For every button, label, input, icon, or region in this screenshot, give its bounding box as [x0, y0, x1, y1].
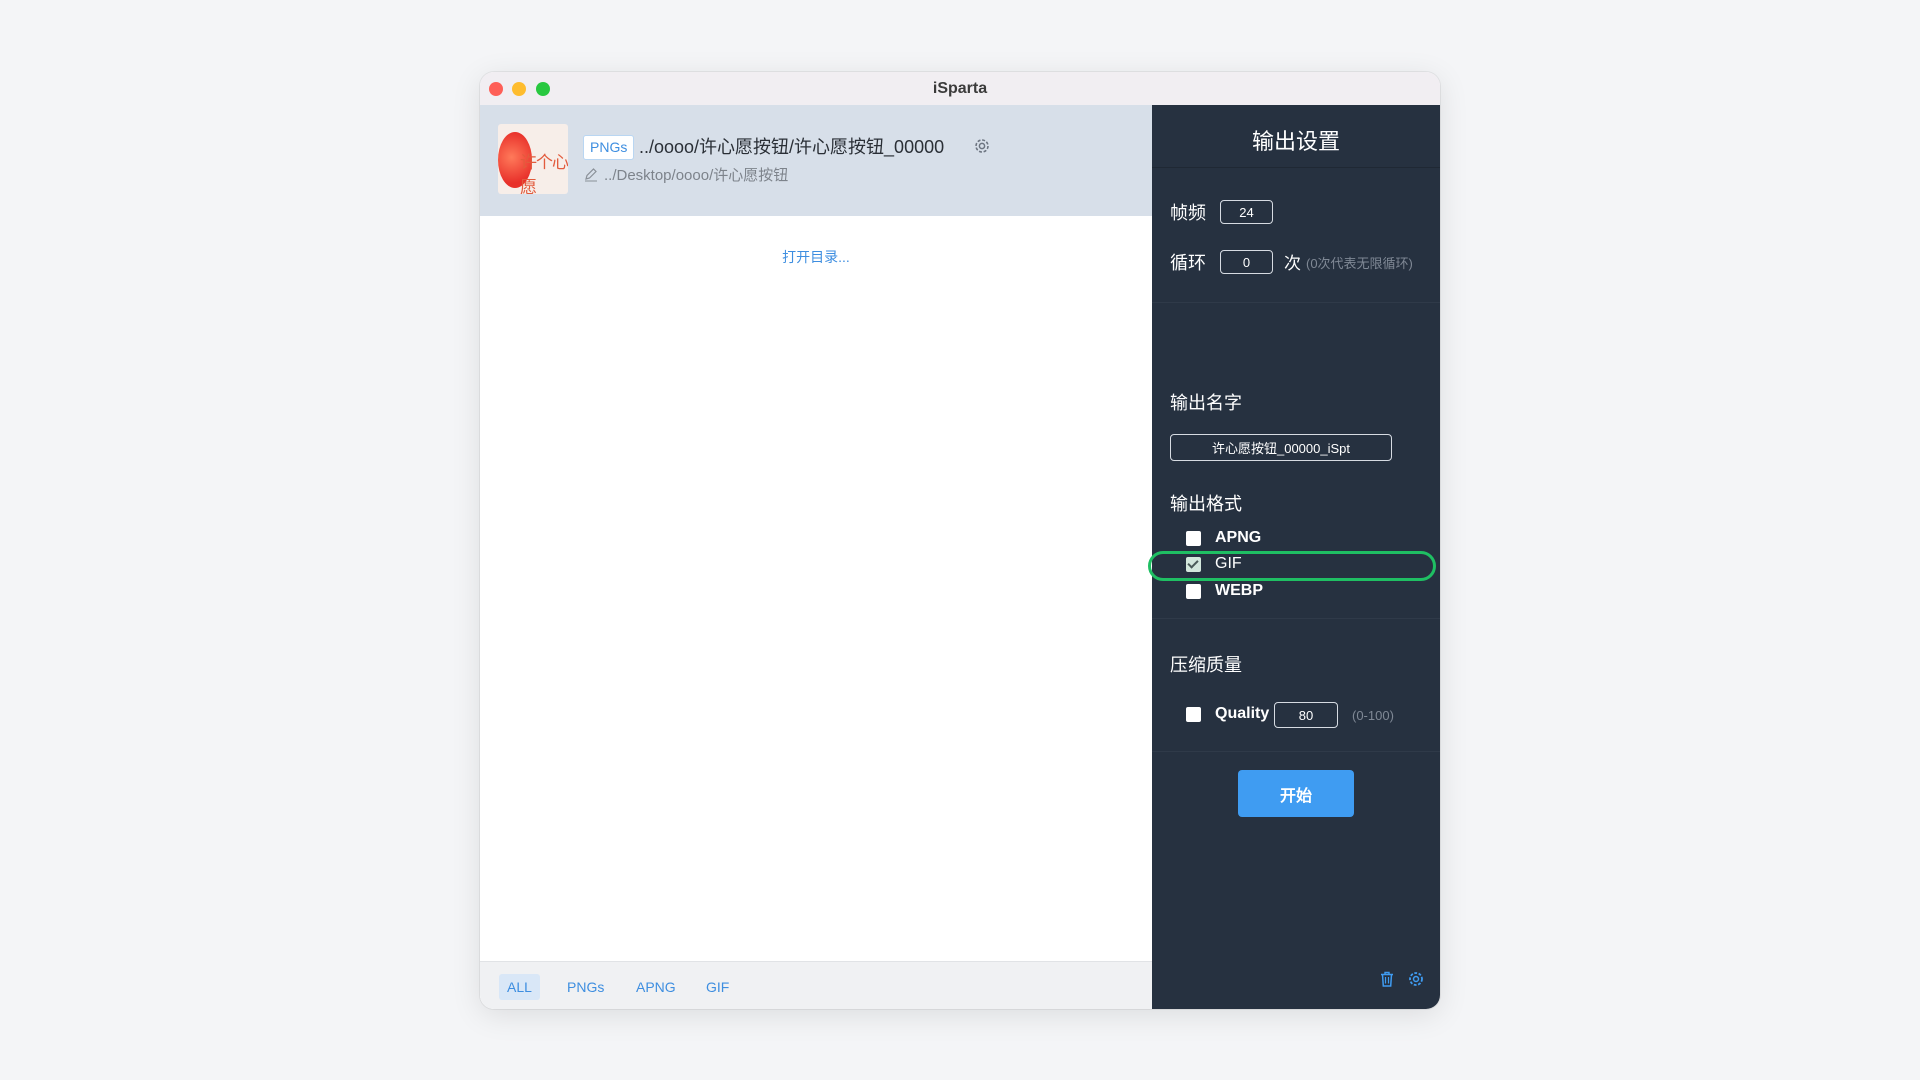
gif-checkbox[interactable] [1186, 557, 1201, 572]
filter-apng[interactable]: APNG [628, 974, 684, 1000]
file-name: ../oooo/许心愿按钮/许心愿按钮_00000 [639, 137, 945, 157]
window-title: iSparta [932, 80, 988, 97]
loop-label: 循环 [1170, 253, 1206, 273]
quality-input[interactable] [1274, 702, 1338, 728]
filter-all[interactable]: ALL [499, 974, 540, 1000]
loop-input[interactable] [1220, 250, 1273, 274]
quality-checkbox[interactable] [1186, 707, 1201, 722]
trash-icon[interactable] [1378, 970, 1396, 988]
file-type-badge: PNGs [583, 135, 635, 160]
divider [1152, 618, 1440, 619]
file-thumbnail: 许个心愿 [498, 124, 568, 194]
file-list-pane: 许个心愿 PNGs ../oooo/许心愿按钮/许心愿按钮_00000 ../D… [480, 105, 1152, 1009]
fps-input[interactable] [1220, 200, 1273, 224]
output-name-label: 输出名字 [1170, 393, 1242, 413]
quality-label: Quality [1215, 705, 1270, 722]
filter-pngs[interactable]: PNGs [559, 974, 612, 1000]
output-name-input[interactable] [1170, 434, 1392, 461]
gear-icon[interactable] [1407, 970, 1425, 988]
apng-checkbox[interactable] [1186, 531, 1201, 546]
webp-label: WEBP [1215, 582, 1263, 599]
settings-icon[interactable] [972, 136, 992, 156]
loop-hint: (0次代表无限循环) [1306, 256, 1413, 271]
file-path: ../Desktop/oooo/许心愿按钮 [604, 167, 789, 184]
apng-label: APNG [1215, 529, 1262, 546]
output-settings-panel: 输出设置 帧频 循环 次 (0次代表无限循环) 输出名字 输出格式 APNG G… [1148, 105, 1440, 1009]
divider [1152, 302, 1440, 303]
gif-label: GIF [1215, 555, 1242, 572]
filter-gif[interactable]: GIF [698, 974, 737, 1000]
webp-checkbox[interactable] [1186, 584, 1201, 599]
open-directory-link[interactable]: 打开目录... [480, 247, 1152, 267]
start-button[interactable]: 开始 [1238, 770, 1354, 817]
fps-label: 帧频 [1170, 203, 1206, 223]
filter-bar: ALL PNGs APNG GIF [480, 961, 1152, 1009]
quality-hint: (0-100) [1352, 708, 1394, 723]
app-window: iSparta 许个心愿 PNGs ../oooo/许心愿按钮/许心愿按钮_00… [480, 72, 1440, 1009]
title-bar: iSparta [480, 72, 1440, 106]
loop-unit: 次 [1284, 254, 1301, 273]
quality-section-label: 压缩质量 [1170, 655, 1242, 675]
output-format-label: 输出格式 [1170, 494, 1242, 514]
divider [1152, 751, 1440, 752]
file-list-item[interactable]: 许个心愿 PNGs ../oooo/许心愿按钮/许心愿按钮_00000 ../D… [480, 105, 1152, 216]
thumbnail-text: 许个心愿 [520, 153, 568, 194]
pencil-icon[interactable] [583, 166, 599, 182]
panel-title: 输出设置 [1251, 129, 1340, 154]
divider [1152, 167, 1440, 168]
